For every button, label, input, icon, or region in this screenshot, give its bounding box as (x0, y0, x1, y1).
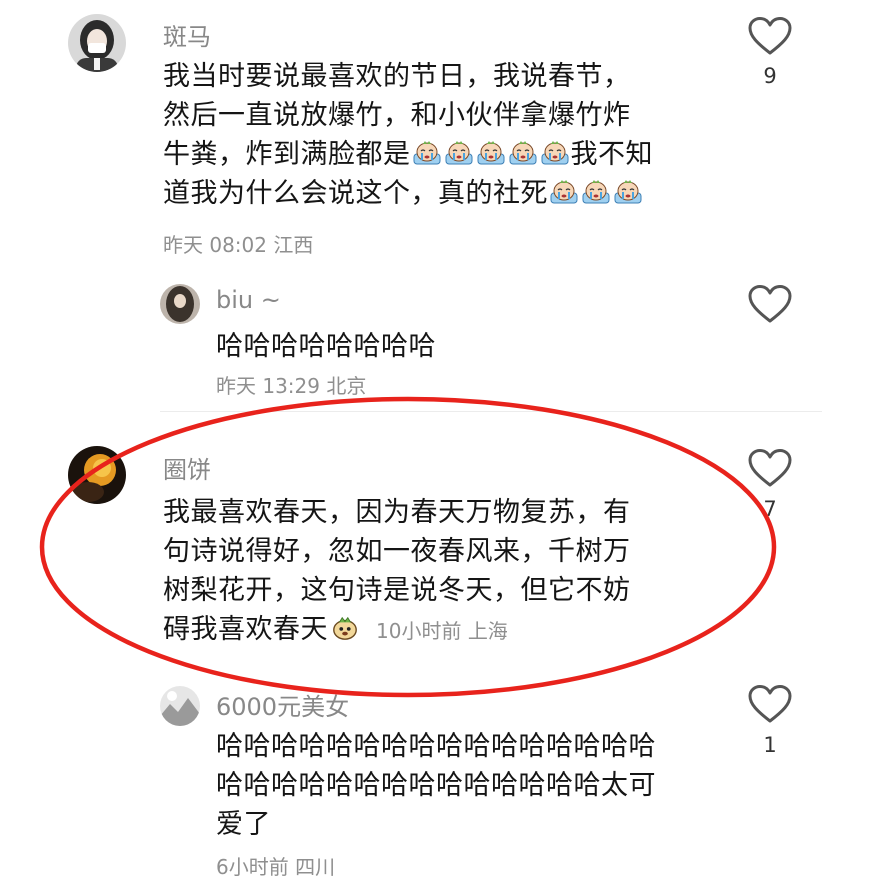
emoji-group (548, 178, 644, 209)
crying-emoji-icon (614, 180, 642, 204)
dark-hair-avatar-icon (160, 284, 200, 324)
comment-line: 牛粪，炸到满脸都是 (163, 139, 411, 170)
comment-location: 四川 (295, 855, 336, 879)
crying-emoji-icon (541, 141, 568, 165)
heart-outline-icon[interactable] (747, 284, 793, 324)
comment-line: 树梨花开，这句诗是说冬天，但它不妨 (163, 575, 631, 606)
comment-time: 昨天 08:02 (163, 233, 267, 257)
reply-line: 哈哈哈哈哈哈哈哈 (216, 331, 436, 362)
comment-line: 我最喜欢春天，因为春天万物复苏，有 (163, 497, 631, 528)
snowy-avatar-icon (160, 686, 200, 726)
comment-time: 10小时前 (376, 619, 462, 643)
like-count: 9 (763, 64, 777, 88)
divider (160, 411, 822, 412)
comment-line: 碍我喜欢春天 (163, 614, 328, 645)
avatar-6000元美女[interactable] (160, 686, 200, 726)
comment-line: 道我为什么会说这个，真的社死 (163, 178, 548, 209)
reply-line: 爱了 (216, 809, 271, 840)
comment-location: 北京 (326, 374, 367, 398)
comment-location: 上海 (467, 619, 508, 643)
comment-line: 然后一直说放爆竹，和小伙伴拿爆竹炸 (163, 100, 631, 131)
avatar-biu[interactable] (160, 284, 200, 324)
avatar-斑马[interactable] (68, 14, 126, 72)
comment-meta: 昨天 08:02 江西 (163, 229, 313, 258)
reply-username[interactable]: biu ~ (216, 286, 281, 314)
dog-emoji-icon (333, 616, 357, 640)
heart-outline-icon[interactable] (747, 448, 793, 488)
comment-line: 我不知 (570, 139, 653, 170)
heart-outline-icon[interactable] (747, 16, 793, 56)
crying-emoji-icon (550, 180, 578, 204)
comment-time: 6小时前 (216, 855, 289, 879)
comment-text: 我最喜欢春天，因为春天万物复苏，有 句诗说得好，忽如一夜春风来，千树万 树梨花开… (163, 493, 631, 649)
crying-emoji-icon (509, 141, 536, 165)
reply-username[interactable]: 6000元美女 (216, 687, 349, 722)
crying-emoji-icon (582, 180, 610, 204)
crying-emoji-icon (477, 141, 504, 165)
crying-emoji-icon (445, 141, 472, 165)
reply-meta: 6小时前 四川 (216, 851, 335, 880)
emoji-group (411, 139, 571, 170)
comment-text: 我当时要说最喜欢的节日，我说春节， 然后一直说放爆竹，和小伙伴拿爆竹炸 牛粪，炸… (163, 57, 653, 213)
reply-line: 哈哈哈哈哈哈哈哈哈哈哈哈哈哈太可 (216, 770, 656, 801)
avatar-圈饼[interactable] (68, 446, 126, 504)
comment-username[interactable]: 圈饼 (163, 450, 211, 485)
reply-text: 哈哈哈哈哈哈哈哈哈哈哈哈哈哈哈哈 哈哈哈哈哈哈哈哈哈哈哈哈哈哈太可 爱了 (216, 727, 656, 844)
like-count: 1 (763, 733, 777, 757)
crying-emoji-icon (413, 141, 440, 165)
girl-avatar-icon (68, 14, 126, 72)
heart-outline-icon[interactable] (747, 684, 793, 724)
comment-username[interactable]: 斑马 (163, 17, 211, 52)
reply-text: 哈哈哈哈哈哈哈哈 (216, 327, 436, 366)
orange-light-avatar-icon (68, 446, 126, 504)
comment-location: 江西 (273, 233, 314, 257)
reply-line: 哈哈哈哈哈哈哈哈哈哈哈哈哈哈哈哈 (216, 731, 656, 762)
comment-line: 句诗说得好，忽如一夜春风来，千树万 (163, 536, 631, 567)
reply-meta: 昨天 13:29 北京 (216, 370, 366, 399)
comment-line: 我当时要说最喜欢的节日，我说春节， (163, 61, 631, 92)
comment-time: 昨天 13:29 (216, 374, 320, 398)
like-count: 7 (763, 497, 777, 521)
